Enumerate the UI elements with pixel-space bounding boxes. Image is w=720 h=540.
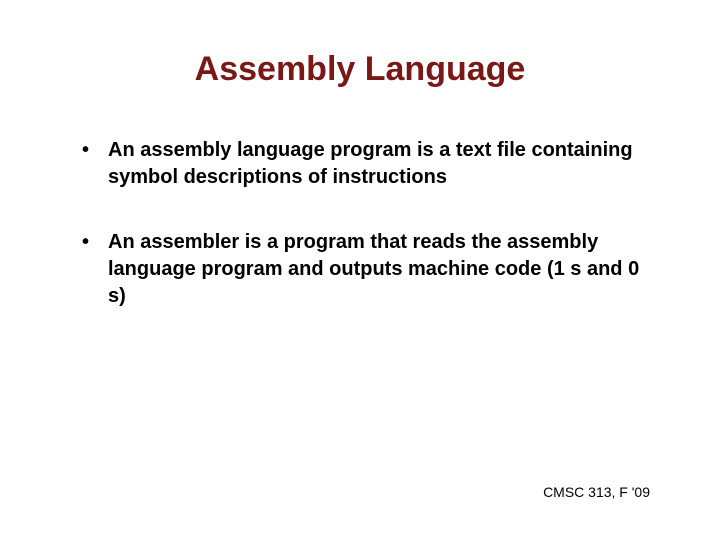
slide-footer: CMSC 313, F '09 [543,484,650,500]
bullet-item: An assembly language program is a text f… [80,137,650,191]
slide-title: Assembly Language [70,50,650,89]
slide: Assembly Language An assembly language p… [0,0,720,540]
bullet-list: An assembly language program is a text f… [70,137,650,310]
bullet-item: An assembler is a program that reads the… [80,229,650,310]
